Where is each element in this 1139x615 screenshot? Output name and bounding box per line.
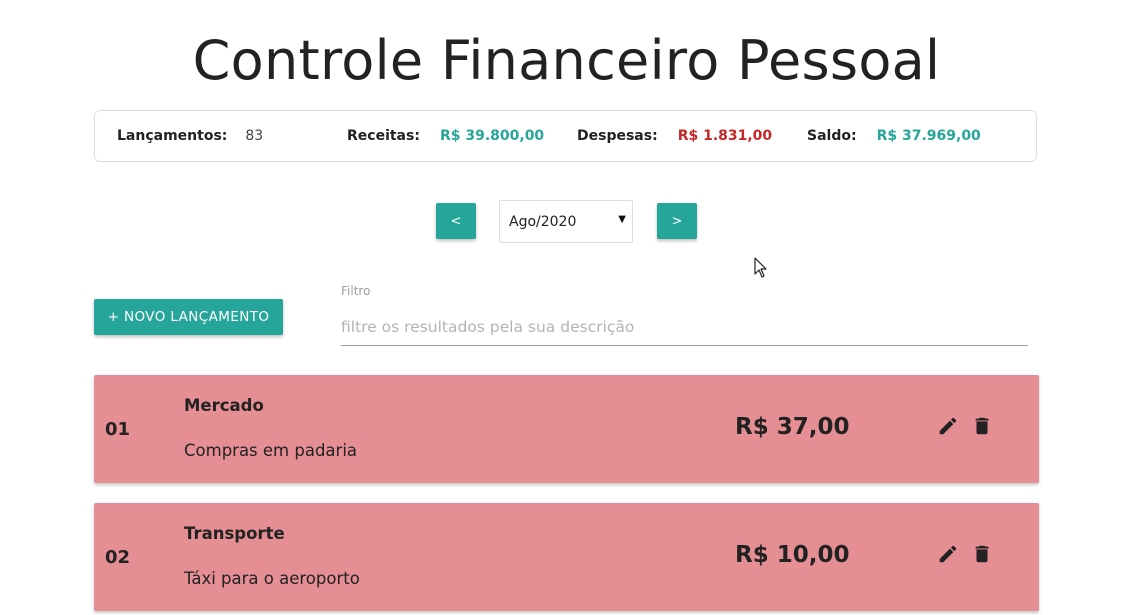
period-selected-value: Ago/2020 bbox=[509, 213, 577, 230]
summary-expenses: Despesas: R$ 1.831,00 bbox=[577, 128, 772, 144]
balance-value: R$ 37.969,00 bbox=[876, 128, 981, 144]
entry-description: Táxi para o aeroporto bbox=[184, 569, 360, 588]
entry-amount: R$ 10,00 bbox=[735, 542, 850, 568]
dropdown-arrow-icon: ▼ bbox=[618, 214, 626, 225]
summary-income: Receitas: R$ 39.800,00 bbox=[347, 128, 544, 144]
period-select[interactable]: Ago/2020 ▼ bbox=[499, 200, 633, 243]
entry-category: Mercado bbox=[184, 396, 264, 415]
new-entry-button[interactable]: + NOVO LANÇAMENTO bbox=[94, 299, 283, 335]
entry-amount: R$ 37,00 bbox=[735, 414, 850, 440]
summary-balance: Saldo: R$ 37.969,00 bbox=[807, 128, 981, 144]
trash-icon[interactable] bbox=[971, 415, 993, 437]
entries-count: 83 bbox=[245, 128, 264, 144]
entry-number: 02 bbox=[105, 547, 131, 568]
entries-label: Lançamentos: bbox=[117, 128, 228, 144]
balance-label: Saldo: bbox=[807, 128, 857, 144]
previous-period-button[interactable]: < bbox=[436, 203, 476, 239]
expenses-label: Despesas: bbox=[577, 128, 658, 144]
entry-category: Transporte bbox=[184, 524, 285, 543]
mouse-cursor-icon bbox=[754, 257, 768, 279]
income-label: Receitas: bbox=[347, 128, 420, 144]
filter-input[interactable] bbox=[341, 308, 1028, 346]
income-value: R$ 39.800,00 bbox=[439, 128, 545, 144]
page-title: Controle Financeiro Pessoal bbox=[192, 29, 941, 92]
filter-label: Filtro bbox=[341, 284, 371, 298]
entry-number: 01 bbox=[105, 419, 131, 440]
pencil-icon[interactable] bbox=[937, 415, 959, 437]
trash-icon[interactable] bbox=[971, 543, 993, 565]
next-period-button[interactable]: > bbox=[657, 203, 697, 239]
summary-panel: Lançamentos: 83 Receitas: R$ 39.800,00 D… bbox=[94, 110, 1037, 162]
entry-row: 01 Mercado Compras em padaria R$ 37,00 bbox=[94, 375, 1039, 483]
summary-entries: Lançamentos: 83 bbox=[117, 128, 263, 144]
entry-description: Compras em padaria bbox=[184, 441, 358, 460]
expenses-value: R$ 1.831,00 bbox=[677, 128, 773, 144]
entry-row: 02 Transporte Táxi para o aeroporto R$ 1… bbox=[94, 503, 1039, 611]
pencil-icon[interactable] bbox=[937, 543, 959, 565]
